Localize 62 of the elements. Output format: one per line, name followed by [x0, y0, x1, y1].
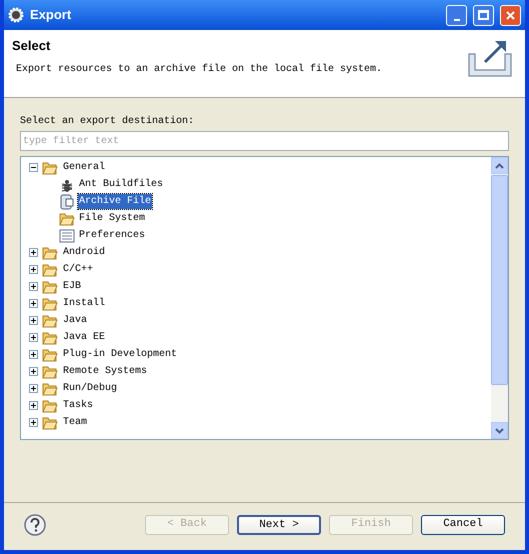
tree-item[interactable]: Team: [62, 415, 88, 430]
folder-icon: [42, 382, 58, 396]
window-title: Export: [30, 6, 72, 24]
tree-item[interactable]: Plug-in Development: [62, 347, 178, 362]
close-icon: [505, 10, 516, 20]
folder-icon: [42, 246, 58, 260]
folder-icon: [42, 296, 58, 310]
tree-item[interactable]: C/C++: [62, 262, 94, 277]
expand-icon[interactable]: [29, 401, 38, 410]
expand-icon[interactable]: [29, 316, 38, 325]
folder-icon: [42, 160, 58, 174]
folder-icon: [42, 262, 58, 276]
tree-item[interactable]: Android: [62, 245, 106, 260]
expand-icon[interactable]: [29, 299, 38, 308]
expand-icon[interactable]: [29, 384, 38, 393]
scrollbar-thumb[interactable]: [491, 175, 508, 385]
dialog-button[interactable]: Next >: [237, 514, 321, 534]
tree-item[interactable]: Java EE: [62, 330, 106, 345]
folder-icon: [42, 314, 58, 328]
tree-item[interactable]: Run/Debug: [62, 381, 118, 396]
tree-item[interactable]: File System: [78, 211, 146, 226]
archive-icon: [59, 194, 75, 210]
tree-item[interactable]: Preferences: [78, 228, 146, 243]
tree-item[interactable]: Remote Systems: [62, 364, 148, 379]
tree-item[interactable]: Ant Buildfiles: [78, 177, 164, 192]
expand-icon[interactable]: [29, 333, 38, 342]
scrollbar[interactable]: [491, 157, 508, 439]
expand-icon[interactable]: [29, 418, 38, 427]
page-title: Select: [12, 37, 52, 55]
expand-icon[interactable]: [29, 248, 38, 257]
help-icon[interactable]: [24, 514, 46, 536]
minimize-button[interactable]: [446, 4, 467, 26]
expand-icon[interactable]: [29, 265, 38, 274]
folder-icon: [42, 348, 58, 362]
folder-icon: [42, 330, 58, 344]
caret-up-icon: [495, 162, 504, 168]
tree-item[interactable]: Install: [62, 296, 106, 311]
tree-item[interactable]: EJB: [62, 279, 82, 294]
close-button[interactable]: [500, 4, 521, 26]
folder-icon: [59, 212, 75, 226]
destination-label: Select an export destination:: [20, 114, 196, 129]
scroll-down-button[interactable]: [491, 422, 508, 439]
maximize-button[interactable]: [473, 4, 494, 26]
folder-icon: [42, 364, 58, 378]
scroll-up-button[interactable]: [491, 157, 508, 174]
collapse-icon[interactable]: [29, 163, 38, 172]
list-icon: [59, 228, 75, 242]
tree-item[interactable]: Tasks: [62, 398, 94, 413]
tree-item[interactable]: Archive File: [78, 194, 152, 209]
expand-icon[interactable]: [29, 282, 38, 291]
folder-icon: [42, 398, 58, 412]
expand-icon[interactable]: [29, 367, 38, 376]
expand-icon[interactable]: [29, 350, 38, 359]
folder-icon: [42, 280, 58, 294]
tree-item[interactable]: General: [62, 160, 106, 175]
filter-field[interactable]: type filter text: [20, 131, 509, 151]
dialog-button[interactable]: Cancel: [421, 514, 505, 534]
gear-icon: [8, 7, 24, 23]
folder-icon: [42, 416, 58, 430]
page-description: Export resources to an archive file on the local file system.: [15, 62, 384, 76]
tree-item[interactable]: Java: [62, 313, 88, 328]
caret-down-icon: [495, 428, 504, 434]
